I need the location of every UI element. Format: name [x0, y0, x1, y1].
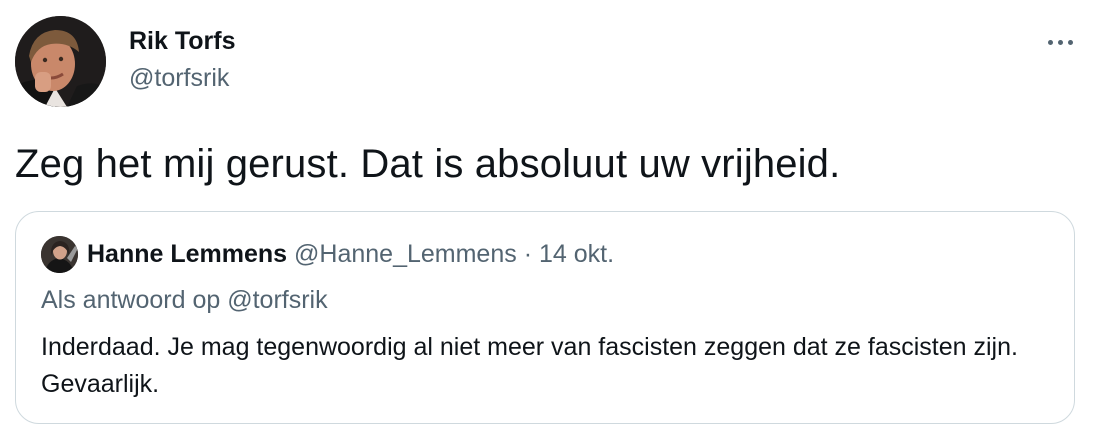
tweet: Rik Torfs @torfsrik Zeg het mij gerust. …: [0, 0, 1095, 447]
more-options-icon[interactable]: [1040, 24, 1080, 60]
quoted-tweet-date[interactable]: 14 okt.: [539, 240, 614, 268]
dot: [1067, 39, 1073, 45]
dot: [1047, 39, 1053, 45]
quoted-tweet[interactable]: Hanne Lemmens @Hanne_Lemmens · 14 okt. A…: [15, 211, 1075, 424]
dot: [1057, 39, 1063, 45]
author-avatar[interactable]: [15, 16, 106, 107]
quoted-author-handle[interactable]: @Hanne_Lemmens: [294, 240, 517, 268]
quoted-author-name[interactable]: Hanne Lemmens: [87, 240, 287, 268]
reply-context: Als antwoord op @torfsrik: [41, 285, 328, 315]
separator-dot: ·: [523, 240, 533, 268]
tweet-text: Zeg het mij gerust. Dat is absoluut uw v…: [15, 142, 841, 186]
reply-prefix: Als antwoord op: [41, 286, 221, 314]
reply-mention-link[interactable]: @torfsrik: [227, 286, 327, 314]
author-handle[interactable]: @torfsrik: [129, 63, 229, 93]
author-name[interactable]: Rik Torfs: [129, 26, 236, 56]
quoted-author-avatar[interactable]: [41, 236, 78, 273]
quoted-tweet-header: Hanne Lemmens @Hanne_Lemmens · 14 okt.: [87, 239, 614, 269]
quoted-tweet-text: Inderdaad. Je mag tegenwoordig al niet m…: [41, 333, 1018, 398]
